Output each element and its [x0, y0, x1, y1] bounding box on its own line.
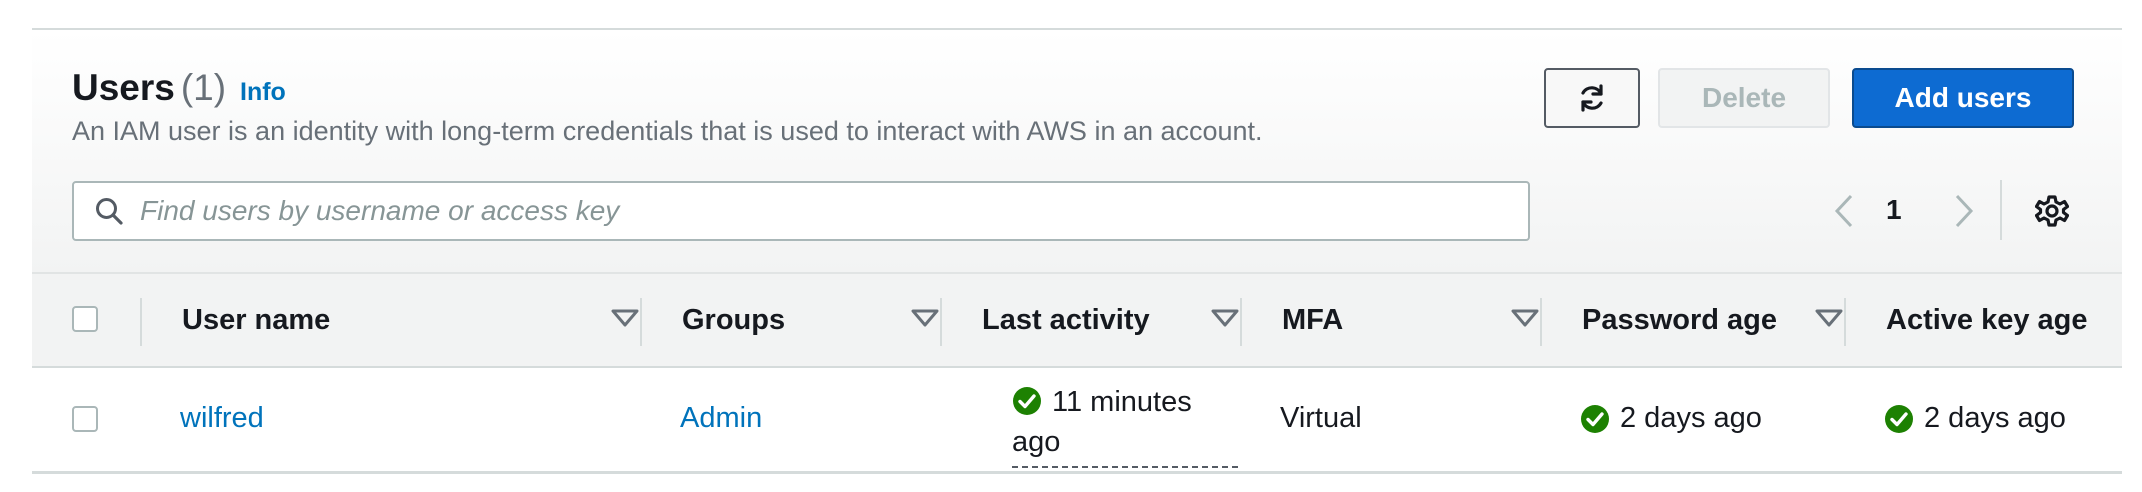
sort-caret-icon — [611, 309, 639, 327]
refresh-icon — [1581, 84, 1603, 112]
page-description: An IAM user is an identity with long-ter… — [72, 116, 1263, 146]
active-key-age-text: 2 days ago — [1924, 402, 2066, 434]
search-icon — [96, 198, 123, 225]
delete-button[interactable]: Delete — [1658, 68, 1830, 128]
column-divider — [1540, 298, 1542, 346]
success-check-icon — [1581, 404, 1609, 433]
chevron-right-icon — [1955, 194, 1974, 228]
column-header-last-activity[interactable]: Last activity — [982, 274, 1242, 366]
column-header-password-age[interactable]: Password age — [1582, 274, 1843, 366]
last-activity-cell[interactable]: 11 minutes ago — [1012, 382, 1238, 468]
column-label: Groups — [682, 303, 786, 336]
column-label: Active key age — [1886, 303, 2088, 336]
gear-icon — [2035, 195, 2069, 227]
mfa-value: Virtual — [1280, 402, 1362, 434]
pagination-divider — [2000, 180, 2002, 240]
column-header-groups[interactable]: Groups — [682, 274, 942, 366]
table-header: User name Groups Last activity MFA Passw… — [32, 272, 2122, 368]
chevron-left-icon — [1834, 194, 1853, 228]
column-label: Password age — [1582, 303, 1778, 336]
page-title: Users (1) — [72, 66, 226, 110]
add-users-button[interactable]: Add users — [1852, 68, 2074, 128]
select-all-checkbox[interactable] — [72, 306, 98, 332]
user-count: (1) — [180, 67, 227, 108]
sort-caret-icon — [911, 309, 939, 327]
sort-caret-icon — [1815, 309, 1843, 327]
column-divider — [940, 298, 942, 346]
column-label: MFA — [1282, 303, 1344, 336]
column-divider — [640, 298, 642, 346]
password-age-cell: 2 days ago — [1580, 402, 1762, 435]
sort-caret-icon — [1211, 309, 1239, 327]
table-settings-button[interactable] — [2032, 190, 2072, 232]
column-divider — [140, 298, 142, 346]
sort-caret-icon — [1511, 309, 1539, 327]
column-header-mfa[interactable]: MFA — [1282, 274, 1542, 366]
column-label: User name — [182, 303, 331, 336]
row-checkbox[interactable] — [72, 406, 98, 432]
column-header-user-name[interactable]: User name — [182, 274, 642, 366]
password-age-text: 2 days ago — [1620, 402, 1762, 434]
page-number[interactable]: 1 — [1886, 194, 1902, 226]
table-row: wilfred Admin 11 minutes ago Virtual 2 d… — [32, 368, 2122, 474]
success-check-icon — [1013, 387, 1041, 415]
page-title-text: Users — [72, 67, 175, 108]
search-input[interactable] — [138, 194, 1502, 228]
column-divider — [1240, 298, 1242, 346]
previous-page-button[interactable] — [1824, 190, 1864, 232]
refresh-button[interactable] — [1544, 68, 1640, 128]
info-link[interactable]: Info — [240, 78, 286, 107]
next-page-button[interactable] — [1944, 190, 1984, 232]
group-link[interactable]: Admin — [680, 402, 762, 435]
search-box[interactable] — [72, 181, 1530, 241]
active-key-age-cell: 2 days ago — [1884, 402, 2066, 435]
success-check-icon — [1885, 404, 1913, 433]
column-divider — [1844, 298, 1846, 346]
user-name-link[interactable]: wilfred — [180, 402, 264, 435]
column-label: Last activity — [982, 303, 1150, 336]
column-header-active-key-age[interactable]: Active key age — [1886, 274, 2122, 366]
